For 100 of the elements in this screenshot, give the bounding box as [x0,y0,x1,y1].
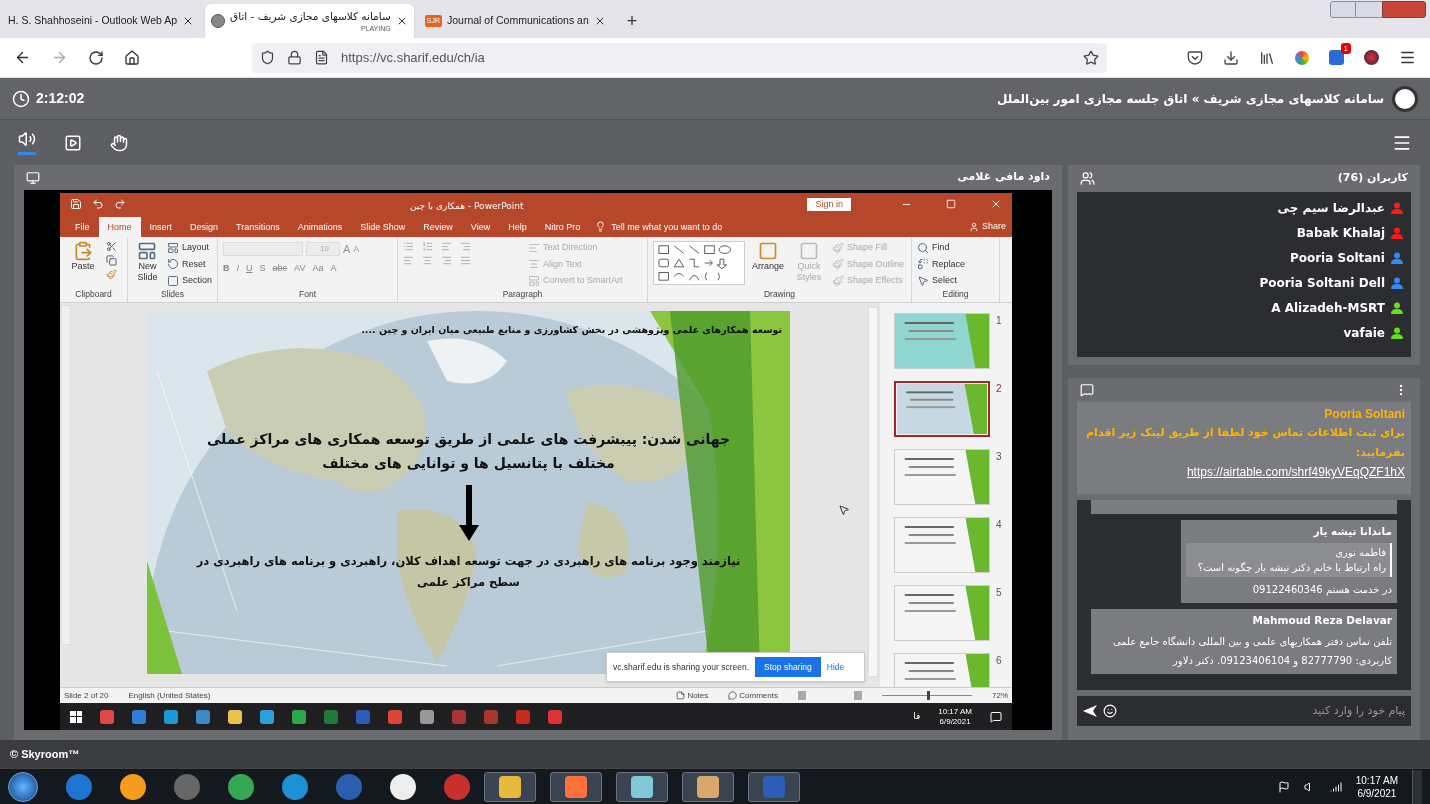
taskbar-app-icon[interactable] [682,771,734,802]
ribbon-tab[interactable]: Home [98,217,141,237]
hide-button[interactable]: Hide [826,660,845,674]
ribbon-command[interactable]: Paste [65,241,101,289]
save-icon[interactable] [70,198,82,210]
pocket-icon[interactable] [1187,49,1203,66]
ribbon-command[interactable]: Select [917,274,966,288]
message-author: Pooria Soltani [1324,406,1405,423]
ribbon-command[interactable]: Arrange [750,241,786,289]
send-icon[interactable] [1083,705,1097,717]
address-bar[interactable]: https://vc.sharif.edu/ch/ia [252,42,1107,73]
lightbulb-icon [595,221,607,232]
taskbar-app-icon[interactable] [260,709,274,724]
ribbon-command[interactable]: Find [917,241,966,255]
taskbar-app-icon[interactable] [550,771,602,802]
ribbon-tab[interactable]: Help [499,217,536,237]
taskbar-app-icon[interactable] [484,771,536,802]
comments-button[interactable]: Comments [728,689,778,702]
speaker-button[interactable] [18,130,36,155]
ribbon-tab[interactable]: Nitro Pro [535,217,590,237]
star-icon[interactable] [1083,49,1099,66]
new-tab-button[interactable]: + [616,4,648,38]
stop-sharing-button[interactable]: Stop sharing [755,657,821,677]
reload-icon[interactable] [88,49,104,66]
browser-tab[interactable]: H. S. Shahhoseini - Outlook Web Ap [2,4,201,38]
ribbon-command[interactable]: Layout [166,241,212,255]
sign-in-button[interactable]: Sign in [807,197,851,211]
user-name[interactable]: Babak Khalaj [1296,224,1385,242]
redo-icon[interactable] [114,198,126,210]
format-button[interactable]: S [259,261,266,275]
user-name[interactable]: Pooria Soltani Dell [1259,274,1385,292]
ribbon-command[interactable]: Replace [917,257,966,271]
format-button[interactable]: abc [272,261,288,275]
zoom-slider-thumb[interactable] [927,691,930,700]
notification-icon[interactable] [990,710,1002,723]
taskbar-app-icon[interactable] [228,773,254,800]
speaker-icon [18,130,36,148]
format-button[interactable]: B [223,261,230,275]
emoji-icon[interactable] [1103,704,1117,718]
user-name[interactable]: vafaie [1343,324,1385,342]
slide-thumbnail[interactable] [894,381,990,437]
ribbon-tab[interactable]: Review [414,217,462,237]
ribbon-command[interactable]: Reset [166,257,212,271]
clock-date: 6/9/2021 [939,716,971,727]
play-square-icon[interactable] [64,133,82,152]
extension-icon[interactable] [1364,50,1379,65]
message-input[interactable]: پیام خود را وارد کنید [1123,702,1405,720]
home-icon[interactable] [124,49,140,66]
user-name[interactable]: Pooria Soltani [1289,249,1385,267]
ribbon-tab[interactable]: Transitions [227,217,289,237]
font-size-button[interactable]: A [353,242,360,256]
library-icon[interactable] [1259,49,1275,66]
taskbar-app-icon[interactable] [228,709,242,724]
close-icon[interactable] [990,198,1002,210]
share-button[interactable]: Share [968,217,1006,237]
format-button[interactable]: Aa [312,261,324,275]
user-name[interactable]: A Alizadeh-MSRT [1271,299,1385,317]
cut-icon[interactable] [106,241,117,252]
windows-start-icon[interactable] [8,771,38,802]
maximize-icon[interactable] [946,199,956,209]
ribbon-tab[interactable]: View [461,217,500,237]
share-message: vc.sharif.edu is sharing your screen. [613,660,750,674]
tell-me-field[interactable]: Tell me what you want to do [606,217,728,237]
download-icon[interactable] [1223,49,1239,66]
menu-icon[interactable] [1399,49,1416,66]
taskbar-app-icon[interactable] [120,773,146,800]
taskbar-app-icon[interactable] [616,771,668,802]
raise-hand-icon[interactable] [110,133,128,152]
scrollbar[interactable] [61,305,71,645]
scrollbar[interactable] [868,307,878,677]
format-button[interactable]: I [236,261,239,275]
ribbon-tab[interactable]: Design [181,217,228,237]
notes-button[interactable]: Notes [676,689,709,702]
input-language[interactable]: فا [913,709,921,724]
ribbon-tab[interactable]: Slide Show [351,217,415,237]
undo-icon[interactable] [92,198,104,210]
message-field[interactable]: پیام خود را وارد کنید [1077,696,1411,726]
windows-start-icon[interactable] [70,710,82,723]
note-icon [676,691,686,700]
message-text: تلفن تماس دفتر همکاریهای علمی و بین المللی دانشگاه جامع علمی کاربردی: 82777790 و 09123406104. دکتر دلاور [1111,634,1392,669]
message-link[interactable]: https://airtable.com/shrf49kyVEqQZF1hX [1186,463,1405,481]
extension-icon[interactable] [1295,50,1309,65]
back-icon[interactable] [14,49,31,66]
copy-icon[interactable] [106,255,117,266]
user-name[interactable]: عبدالرضا سیم چی [1277,199,1385,217]
ribbon-command[interactable]: Section [166,274,212,288]
shapes-gallery-drawing[interactable] [653,241,745,285]
taskbar-app-icon[interactable] [390,773,416,800]
page-icon [314,50,329,65]
ribbon-tab[interactable]: Insert [140,217,182,237]
ribbon-tab[interactable]: File [66,217,99,237]
taskbar-app-icon[interactable] [420,709,434,724]
format-button[interactable]: AV [294,261,306,275]
ribbon-command[interactable]: New Slide [133,241,162,289]
format-button[interactable]: U [246,261,253,275]
paint-icon [832,241,844,254]
ribbon-tab[interactable]: Animations [288,217,352,237]
arrange-icon [758,241,778,261]
show-desktop-button[interactable] [1412,769,1422,804]
format-button[interactable]: A [330,261,337,275]
